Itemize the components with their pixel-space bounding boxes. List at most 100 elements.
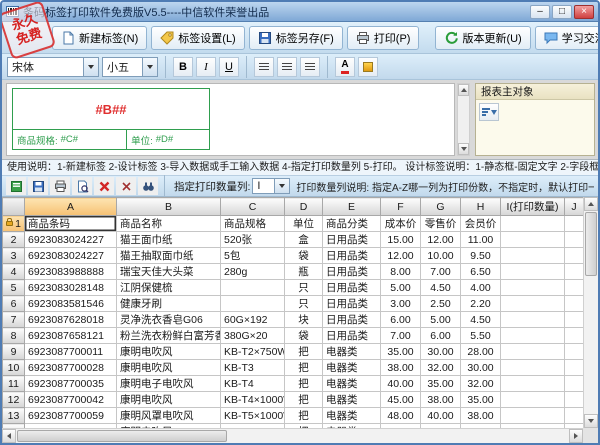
scroll-down-icon[interactable] [458, 143, 469, 155]
cell-D2[interactable]: 盒 [284, 231, 323, 248]
cell-F4[interactable]: 8.00 [380, 263, 421, 280]
cell-E4[interactable]: 日用品类 [322, 263, 381, 280]
horizontal-scrollbar[interactable] [2, 428, 583, 443]
cell-I3[interactable] [500, 247, 565, 264]
cell-C10[interactable]: KB-T3 [220, 359, 285, 376]
cell-G7[interactable]: 5.00 [420, 311, 461, 328]
scroll-up-icon[interactable] [458, 84, 469, 96]
cell-G1[interactable]: 零售价 [420, 215, 461, 232]
cell-G12[interactable]: 38.00 [420, 391, 461, 408]
column-header-I[interactable]: I(打印数量) [500, 197, 565, 216]
cell-F1[interactable]: 成本价 [380, 215, 421, 232]
cell-H4[interactable]: 6.50 [460, 263, 501, 280]
version-update-button[interactable]: 版本更新(U) [435, 25, 531, 50]
cell-I2[interactable] [500, 231, 565, 248]
cell-I10[interactable] [500, 359, 565, 376]
cell-J1[interactable] [564, 215, 584, 232]
cell-A9[interactable]: 6923087700011 [24, 343, 117, 360]
align-right-button[interactable] [300, 56, 320, 77]
cell-C9[interactable]: KB-T2×750W [220, 343, 285, 360]
italic-button[interactable]: I [196, 56, 216, 77]
scroll-up-icon[interactable] [584, 197, 598, 211]
cell-D10[interactable]: 把 [284, 359, 323, 376]
cell-D12[interactable]: 把 [284, 391, 323, 408]
row-header-2[interactable]: 2 [2, 231, 25, 248]
cell-E10[interactable]: 电器类 [322, 359, 381, 376]
cell-C3[interactable]: 5包 [220, 247, 285, 264]
cell-G6[interactable]: 2.50 [420, 295, 461, 312]
row-header-6[interactable]: 6 [2, 295, 25, 312]
cell-B2[interactable]: 猫王面巾纸 [116, 231, 221, 248]
font-color-button[interactable]: A [335, 56, 355, 77]
chevron-down-icon[interactable] [274, 179, 290, 193]
design-canvas[interactable]: #B## 商品规格: #C# 单位: #D# [6, 83, 455, 156]
cell-D13[interactable]: 把 [284, 407, 323, 424]
cell-A7[interactable]: 6923087628018 [24, 311, 117, 328]
select-all-corner[interactable] [2, 197, 25, 216]
row-header-12[interactable]: 12 [2, 391, 25, 408]
cell-E6[interactable]: 日用品类 [322, 295, 381, 312]
column-header-E[interactable]: E [322, 197, 381, 216]
cell-I8[interactable] [500, 327, 565, 344]
cell-A3[interactable]: 6923083024227 [24, 247, 117, 264]
cell-A13[interactable]: 6923087700059 [24, 407, 117, 424]
cell-C12[interactable]: KB-T4×1000W [220, 391, 285, 408]
row-header-4[interactable]: 4 [2, 263, 25, 280]
cell-I9[interactable] [500, 343, 565, 360]
cell-H6[interactable]: 2.20 [460, 295, 501, 312]
cell-G8[interactable]: 6.00 [420, 327, 461, 344]
font-family-select[interactable]: 宋体 [7, 56, 99, 77]
title-bar[interactable]: 条码标签打印软件免费版V5.5----中信软件荣誉出品 – □ × [2, 2, 598, 22]
cell-E11[interactable]: 电器类 [322, 375, 381, 392]
cell-J11[interactable] [564, 375, 584, 392]
cell-D5[interactable]: 只 [284, 279, 323, 296]
cell-F6[interactable]: 3.00 [380, 295, 421, 312]
cell-B7[interactable]: 灵净洗衣香皂G06 [116, 311, 221, 328]
cell-J4[interactable] [564, 263, 584, 280]
row-header-3[interactable]: 3 [2, 247, 25, 264]
cell-I11[interactable] [500, 375, 565, 392]
scroll-right-icon[interactable] [569, 429, 583, 443]
cell-E9[interactable]: 电器类 [322, 343, 381, 360]
label-title-field[interactable]: #B## [13, 89, 209, 129]
cell-E1[interactable]: 商品分类 [322, 215, 381, 232]
scrollbar-thumb[interactable] [585, 212, 597, 276]
cell-C11[interactable]: KB-T4 [220, 375, 285, 392]
cell-C2[interactable]: 520张 [220, 231, 285, 248]
column-header-A[interactable]: A [24, 197, 117, 216]
cell-E7[interactable]: 日用品类 [322, 311, 381, 328]
fill-color-button[interactable] [358, 56, 378, 77]
row-header-9[interactable]: 9 [2, 343, 25, 360]
cell-A5[interactable]: 6923083028148 [24, 279, 117, 296]
cell-G4[interactable]: 7.00 [420, 263, 461, 280]
row-header-11[interactable]: 11 [2, 375, 25, 392]
row-header-13[interactable]: 13 [2, 407, 25, 424]
cell-J6[interactable] [564, 295, 584, 312]
cell-G2[interactable]: 12.00 [420, 231, 461, 248]
cell-H13[interactable]: 38.00 [460, 407, 501, 424]
column-header-F[interactable]: F [380, 197, 421, 216]
font-size-select[interactable]: 小五 [102, 56, 158, 77]
delete-row-button[interactable] [94, 177, 114, 195]
cell-B10[interactable]: 康明电吹风 [116, 359, 221, 376]
cell-F5[interactable]: 5.00 [380, 279, 421, 296]
close-button[interactable]: × [574, 4, 594, 19]
column-header-D[interactable]: D [284, 197, 323, 216]
cell-H12[interactable]: 35.00 [460, 391, 501, 408]
cell-D6[interactable]: 只 [284, 295, 323, 312]
find-button[interactable] [138, 177, 158, 195]
column-header-J[interactable]: J [564, 197, 584, 216]
cell-F10[interactable]: 38.00 [380, 359, 421, 376]
cell-B1[interactable]: 商品名称 [116, 215, 221, 232]
cell-B5[interactable]: 江阴保健梳 [116, 279, 221, 296]
cell-J13[interactable] [564, 407, 584, 424]
cell-J7[interactable] [564, 311, 584, 328]
print-preview-button[interactable] [72, 177, 92, 195]
cell-B9[interactable]: 康明电吹风 [116, 343, 221, 360]
cell-C8[interactable]: 380G×20 [220, 327, 285, 344]
cell-B13[interactable]: 康明风罩电吹风 [116, 407, 221, 424]
cell-A1[interactable]: 商品条码 [24, 215, 117, 232]
cell-F2[interactable]: 15.00 [380, 231, 421, 248]
print-column-select[interactable]: I [252, 178, 291, 194]
cell-C6[interactable] [220, 295, 285, 312]
